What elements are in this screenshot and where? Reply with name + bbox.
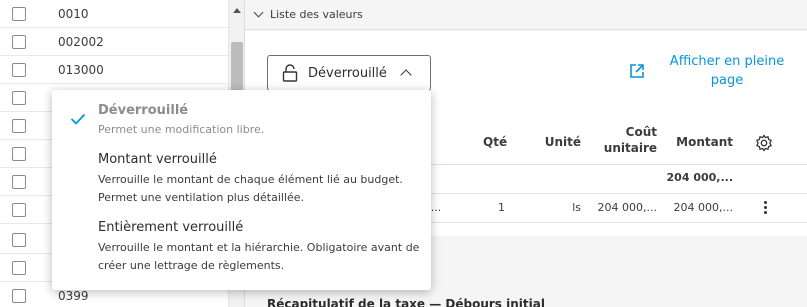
lock-mode-dropdown[interactable]: Déverrouillé [267,55,431,91]
menu-item-unlocked[interactable]: Déverrouillé Permet une modification lib… [52,90,431,142]
row-checkbox[interactable] [12,260,26,275]
list-item[interactable]: 013000 [0,56,228,84]
row-checkbox[interactable] [12,146,26,161]
section-header[interactable]: Liste des valeurs [245,0,807,30]
menu-item-desc: Permet une modification libre. [98,123,265,136]
external-link-icon[interactable] [629,63,645,79]
cell-unit: ls [572,201,581,214]
menu-item-title: Déverrouillé [98,103,189,118]
unit-cost-line1: Coût [625,125,657,139]
code-label: 0010 [58,6,89,21]
menu-item-title: Entièrement verrouillé [98,220,244,235]
menu-item-desc: créer une lettrage de règlements. [98,259,285,272]
column-header-qty[interactable]: Qté [483,134,507,150]
fullscreen-link[interactable]: Afficher en pleine page [663,52,791,90]
row-checkbox[interactable] [12,174,26,189]
chevron-up-icon [400,69,412,81]
code-label: 002002 [58,34,104,49]
cell-unit-cost: 204 000,... [597,201,657,214]
row-checkbox[interactable] [12,232,26,247]
list-item[interactable]: 002002 [0,28,228,56]
row-checkbox[interactable] [12,34,26,49]
lock-mode-menu: Déverrouillé Permet une modification lib… [52,90,431,290]
row-checkbox[interactable] [12,202,26,217]
code-label: 0399 [58,288,89,303]
row-checkbox[interactable] [12,6,26,21]
row-checkbox[interactable] [12,288,26,303]
fullscreen-label-line1: Afficher en pleine [669,54,785,69]
scroll-up-arrow-icon[interactable] [233,8,241,13]
cell-qty: 1 [498,201,505,214]
lock-mode-label: Déverrouillé [308,65,387,81]
total-amount: 204 000,... [666,171,733,184]
menu-item-desc: Verrouille le montant et la hiérarchie. … [98,241,420,254]
chevron-down-icon [253,7,264,18]
row-more-icon[interactable] [764,201,768,215]
row-checkbox[interactable] [12,90,26,105]
section-title: Liste des valeurs [270,8,363,21]
menu-item-desc: Verrouille le montant de chaque élément … [98,173,403,186]
menu-item-desc: Permet une ventilation plus détaillée. [98,191,305,204]
menu-item-fully-locked[interactable]: Entièrement verrouillé Verrouille le mon… [52,214,431,280]
unit-cost-line2: unitaire [603,141,657,155]
row-checkbox[interactable] [12,118,26,133]
menu-item-amount-locked[interactable]: Montant verrouillé Verrouille le montant… [52,146,431,212]
menu-item-title: Montant verrouillé [98,152,217,167]
list-item[interactable]: 0010 [0,0,228,28]
row-checkbox[interactable] [12,62,26,77]
column-header-unit[interactable]: Unité [541,134,581,150]
code-label: 013000 [58,62,104,77]
cell-amount: 204 000,... [673,201,733,214]
gear-icon[interactable] [755,134,773,152]
column-header-amount[interactable]: Montant [673,134,733,150]
checkmark-icon [70,113,86,125]
scroll-thumb[interactable] [231,42,243,92]
fullscreen-label-line2: page [710,73,744,88]
tax-summary-heading: Récapitulatif de la taxe — Débours initi… [267,297,545,307]
unlock-icon [282,64,298,82]
column-header-unit-cost[interactable]: Coût unitaire [595,124,657,156]
